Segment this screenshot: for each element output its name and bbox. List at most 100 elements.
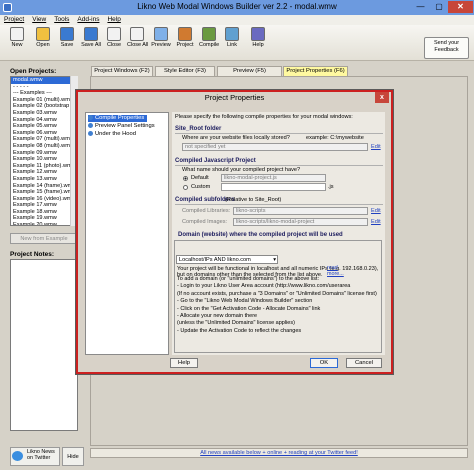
project-list-item[interactable]: Example 05.wmw [11,123,77,130]
minimize-button[interactable]: — [411,1,430,13]
site-root-field[interactable]: not specified yet [182,143,368,151]
toolbar: New Open Save Save All Close Close All P… [0,25,474,61]
divider [175,165,383,166]
menu-project[interactable]: Project [0,15,28,25]
twitter-icon [12,451,23,461]
new-button[interactable]: New [7,27,27,48]
intro-text: Please specify the following compile pro… [175,114,353,120]
images-field[interactable]: likno-scripts/likno-modal-project [233,218,368,226]
domain-select[interactable]: Localhost/IPs AND likno.com ▾ [176,255,278,264]
project-list-item[interactable]: Example 11 (photo).wmw [11,163,77,170]
tab-style-editor[interactable]: Style Editor (F3) [155,66,215,76]
save-button[interactable]: Save [57,27,77,48]
project-list-item[interactable]: Example 06.wmw [11,130,77,137]
images-edit-link[interactable]: Edit [371,219,381,225]
close-window-button[interactable]: ✕ [448,1,473,13]
tab-project-properties[interactable]: Project Properties (F6) [283,66,348,76]
hide-bar-button[interactable]: Hide Bar [62,447,84,466]
new-from-example-button[interactable]: New from Example [10,233,78,244]
project-list-item[interactable]: Example 03.wmw [11,110,77,117]
menu-view[interactable]: View [28,15,50,25]
compiled-js-question: What name should your compiled project h… [182,167,301,173]
site-root-example: example: C:\mywebsite [306,135,364,141]
tab-project-windows[interactable]: Project Windows (F2) [91,66,153,76]
tab-preview[interactable]: Preview (F5) [217,66,282,76]
default-name-field[interactable]: likno-modal-project.js [221,174,326,182]
project-list-item[interactable]: Example 10.wmw [11,156,77,163]
site-root-question: Where are your website files locally sto… [182,135,290,141]
read-more-link[interactable]: read more... [327,265,354,277]
divider [175,204,383,205]
compile-icon [202,27,216,41]
project-list-item[interactable]: Example 15 (frame).wmw [11,189,77,196]
chevron-down-icon: ▾ [273,257,276,263]
twitter-label: Likno News on Twitter [27,449,55,461]
dialog-cancel-button[interactable]: Cancel [346,358,382,368]
menu-help[interactable]: Help [103,15,124,25]
news-status-link[interactable]: All news available below + online + read… [90,448,468,458]
gear-icon [88,131,93,136]
open-projects-label: Open Projects: [10,68,57,75]
project-list-item[interactable]: modal.wmw [11,77,77,84]
project-list-item[interactable]: Example 01 (multi).wmw [11,97,77,104]
libraries-field[interactable]: likno-scripts [233,207,368,215]
default-radio[interactable] [183,176,188,181]
close-all-icon [130,27,144,41]
project-list-item[interactable]: Example 20.wmw [11,222,77,225]
tree-item-under-the-hood[interactable]: Under the Hood [88,131,136,138]
project-list-item[interactable]: Example 18.wmw [11,209,77,216]
project-notes-textarea[interactable] [10,259,78,431]
custom-label: Custom [191,184,211,190]
compile-button[interactable]: Compile [199,27,219,48]
project-list-item[interactable]: Example 09.wmw [11,150,77,157]
dialog-close-button[interactable]: x [375,92,389,103]
project-list-item[interactable]: --- Examples --- [11,90,77,97]
project-list-item[interactable]: - - - - - [11,84,77,91]
open-folder-icon [36,27,50,41]
preview-button[interactable]: Preview [151,27,171,48]
open-button[interactable]: Open [33,27,53,48]
dialog-help-button[interactable]: Help [170,358,198,368]
libraries-edit-link[interactable]: Edit [371,208,381,214]
project-list-item[interactable]: Example 12.wmw [11,169,77,176]
save-all-icon [84,27,98,41]
custom-name-field[interactable] [221,183,326,191]
close-button[interactable]: Close [104,27,124,48]
help-button[interactable]: Help [248,27,268,48]
project-list-item[interactable]: Example 08 (multi).wmw [11,143,77,150]
title-bar: Likno Web Modal Windows Builder ver 2.2 … [0,0,474,15]
menu-bar: Project View Tools Add-ins Help [0,15,474,25]
link-button[interactable]: Link [222,27,242,48]
tree-item-compile-properties[interactable]: Compile Properties [88,115,148,122]
dialog-ok-button[interactable]: OK [310,358,338,368]
menu-tools[interactable]: Tools [50,15,73,25]
subfolders-relative: (Relative to Site_Root) [225,197,282,203]
custom-radio[interactable] [183,185,188,190]
js-extension: .js [328,184,334,190]
project-list-item[interactable]: Example 16 (video).wmw [11,196,77,203]
project-button[interactable]: Project [175,27,195,48]
close-all-button[interactable]: Close All [127,27,148,48]
tree-item-preview-panel[interactable]: Preview Panel Settings [88,123,155,130]
project-list-item[interactable]: Example 14 (frame).wmw [11,183,77,190]
gear-icon [88,123,93,128]
project-list[interactable]: modal.wmw - - - - - --- Examples --- Exampl… [10,76,78,226]
properties-tree: Compile Properties Preview Panel Setting… [85,112,169,355]
project-list-item[interactable]: Example 17.wmw [11,202,77,209]
window-title: Likno Web Modal Windows Builder ver 2.2 … [137,2,337,11]
maximize-button[interactable]: ▢ [430,1,448,13]
domain-title: Domain (website) where the compiled proj… [178,232,343,238]
project-icon [178,27,192,41]
project-list-item[interactable]: Example 19.wmw [11,215,77,222]
project-list-item[interactable]: Example 04.wmw [11,117,77,124]
domain-info: To add a domain (or "unlimited domains")… [177,276,377,334]
project-list-item[interactable]: Example 02 (bootstrap [11,103,77,110]
site-root-edit-link[interactable]: Edit [371,144,381,150]
save-all-button[interactable]: Save All [81,27,101,48]
dialog-title: Project Properties [204,93,265,102]
send-feedback-button[interactable]: Send your Feedback [424,37,469,59]
default-label: Default [191,175,209,181]
project-list-item[interactable]: Example 13.wmw [11,176,77,183]
project-list-item[interactable]: Example 07 (multi).wmw [11,136,77,143]
menu-add-ins[interactable]: Add-ins [73,15,103,25]
